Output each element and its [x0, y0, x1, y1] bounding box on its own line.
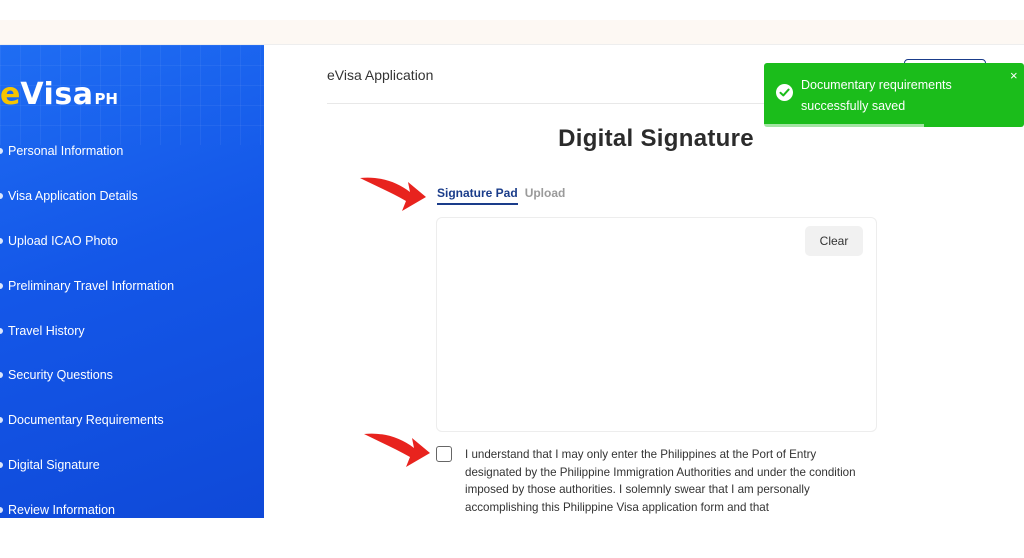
toast-message: Documentary requirements successfully sa…: [801, 78, 952, 113]
logo-ph: PH: [94, 90, 118, 108]
sidebar-item-personal-information[interactable]: Personal Information: [0, 129, 264, 174]
signature-pad[interactable]: Clear: [436, 217, 877, 432]
red-arrow-pointer-icon: [360, 177, 426, 211]
red-arrow-pointer-icon: [364, 433, 430, 467]
agreement-text: I understand that I may only enter the P…: [465, 448, 856, 514]
signature-tabs: Signature Pad Upload: [437, 186, 565, 205]
check-circle-icon: [776, 84, 793, 101]
clear-button[interactable]: Clear: [805, 226, 863, 256]
sidebar-item-security-questions[interactable]: Security Questions: [0, 353, 264, 398]
top-band: [0, 20, 1024, 44]
success-toast: Documentary requirements successfully sa…: [764, 63, 1024, 127]
sidebar-item-travel-history[interactable]: Travel History: [0, 308, 264, 353]
sidebar-item-preliminary-travel-information[interactable]: Preliminary Travel Information: [0, 263, 264, 308]
app-title: eVisa Application: [327, 67, 434, 83]
agreement-checkbox[interactable]: [436, 446, 452, 462]
tab-upload[interactable]: Upload: [525, 186, 566, 205]
app-frame: eVisaPH Personal Information Visa Applic…: [0, 44, 1024, 518]
sidebar-item-documentary-requirements[interactable]: Documentary Requirements: [0, 398, 264, 443]
toast-close-icon[interactable]: ×: [1010, 69, 1018, 82]
page-title: Digital Signature: [558, 125, 754, 152]
toast-progress-bar: [764, 124, 924, 127]
sidebar-item-digital-signature[interactable]: Digital Signature: [0, 443, 264, 488]
sidebar: eVisaPH Personal Information Visa Applic…: [0, 45, 264, 518]
logo-visa: Visa: [20, 77, 94, 112]
logo-e: e: [0, 77, 21, 112]
evisa-logo: eVisaPH: [0, 77, 118, 112]
sidebar-nav: Personal Information Visa Application De…: [0, 129, 264, 518]
sidebar-item-visa-application-details[interactable]: Visa Application Details: [0, 174, 264, 219]
tab-signature-pad[interactable]: Signature Pad: [437, 186, 518, 205]
sidebar-item-upload-icao-photo[interactable]: Upload ICAO Photo: [0, 219, 264, 264]
sidebar-item-review-information[interactable]: Review Information: [0, 487, 264, 518]
